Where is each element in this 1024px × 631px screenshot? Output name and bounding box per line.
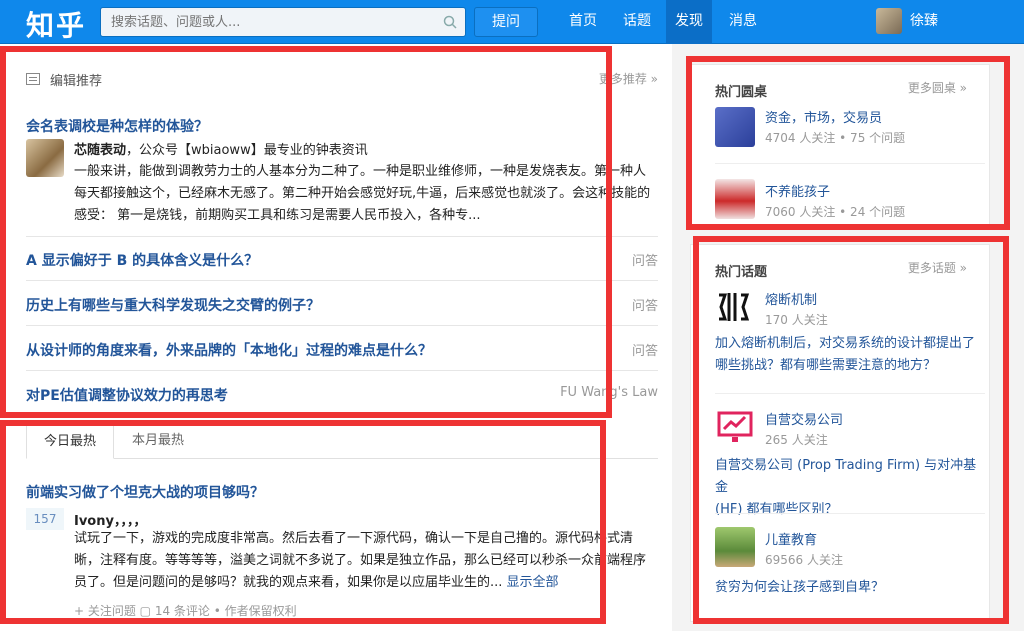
answer-excerpt[interactable]: 一般来讲，能做到调教劳力士的人基本分为二种了。一种是职业维修师，一种是发烧表友。…	[74, 161, 658, 227]
topic-question-link[interactable]: 自营交易公司 (Prop Trading Firm) 与对冲基金 (HF) 都有…	[715, 455, 985, 521]
topic-question-link[interactable]: 贫穷为何会让孩子感到自卑？	[715, 577, 985, 599]
pick-tag: 问答	[631, 344, 658, 359]
roundtable-image[interactable]	[715, 107, 755, 147]
search-box[interactable]	[100, 7, 466, 37]
tab-today-hot[interactable]: 今日最热	[26, 425, 114, 459]
ask-question-button[interactable]: 提问	[474, 7, 538, 37]
trading-screen-icon[interactable]	[715, 407, 755, 447]
excerpt-line: 感受： 第一是烧钱，前期购买工具和练习是需要人民币投入，各种专...	[74, 208, 481, 223]
circuit-breaker-icon[interactable]	[715, 287, 755, 327]
topic-followers: 69566 人关注	[765, 553, 843, 567]
topic-image[interactable]	[715, 527, 755, 567]
vote-count[interactable]: 157	[26, 508, 64, 530]
topic-question-line: 哪些挑战？都有哪些需要注意的地方？	[715, 358, 937, 373]
search-input[interactable]	[111, 8, 431, 36]
hot-question-link[interactable]: 前端实习做了个坦克大战的项目够吗？	[26, 482, 264, 502]
divider	[26, 370, 658, 371]
more-roundtables-link[interactable]: 更多圆桌 »	[908, 79, 967, 96]
author-line: 芯随表动，公众号【wbiaoww】最专业的钟表资讯	[74, 139, 368, 158]
divider	[26, 325, 658, 326]
roundtable-card: 热门圆桌 更多圆桌 » 资金，市场，交易员 4704 人关注 • 75 个问题 …	[690, 64, 990, 230]
more-topics-link[interactable]: 更多话题 »	[908, 259, 967, 276]
pick-tag: 问答	[631, 299, 658, 314]
roundtable-title: 热门圆桌	[715, 85, 768, 100]
nav-home[interactable]: 首页	[560, 0, 606, 44]
pick-question-link[interactable]: 历史上有哪些与重大科学发现失之交臂的例子？	[26, 295, 320, 315]
pick-question-link[interactable]: 从设计师的角度来看，外来品牌的「本地化」过程的难点是什么？	[26, 340, 432, 360]
excerpt-line: 晰，注释有度。等等等等，溢美之词就不多说了。如果是独立作品，那么已经可以秒杀一众…	[74, 553, 647, 568]
excerpt-line: 每天都接触这个，已经麻木无感了。第二种开始会感觉好玩,牛逼，后来感觉也就淡了。会…	[74, 186, 651, 201]
zhihu-logo[interactable]: 知乎	[26, 4, 86, 44]
topic-question-line: 加入熔断机制后，对交易系统的设计都提出了	[715, 336, 976, 351]
pick-tag: 问答	[631, 254, 658, 269]
editor-picks-header: 编辑推荐 更多推荐 »	[26, 70, 658, 94]
topic-question-link[interactable]: 加入熔断机制后，对交易系统的设计都提出了 哪些挑战？都有哪些需要注意的地方？	[715, 333, 985, 377]
show-all-link[interactable]: 显示全部	[507, 575, 559, 590]
divider	[715, 163, 985, 164]
featured-question-link[interactable]: 会名表调校是种怎样的体验？	[26, 116, 208, 136]
top-bar: 知乎 提问 首页 话题 发现 消息 徐臻	[0, 0, 1024, 44]
roundtable-name[interactable]: 资金，市场，交易员	[765, 107, 882, 126]
topic-name[interactable]: 儿童教育	[765, 529, 817, 548]
divider	[715, 513, 985, 514]
roundtable-image[interactable]	[715, 179, 755, 219]
author-name[interactable]: 芯随表动	[74, 143, 126, 158]
topic-followers: 170 人关注	[765, 313, 828, 327]
hot-author-name[interactable]: Ivony，，，，	[74, 514, 146, 529]
divider	[715, 393, 985, 394]
answer-meta-actions[interactable]: + 关注问题 ▢ 14 条评论 • 作者保留权利	[74, 602, 297, 619]
list-icon	[26, 73, 40, 85]
user-avatar[interactable]	[876, 8, 902, 34]
excerpt-line: 员了。但是问题问的是够吗？就我的观点来看，如果你是以应届毕业生的...	[74, 575, 503, 590]
topic-name[interactable]: 熔断机制	[765, 289, 817, 308]
sidebar: 热门圆桌 更多圆桌 » 资金，市场，交易员 4704 人关注 • 75 个问题 …	[690, 44, 1024, 631]
hot-answer-excerpt[interactable]: 试玩了一下，游戏的完成度非常高。然后去看了一下源代码，确认一下是自己撸的。源代码…	[74, 528, 658, 594]
main-feed: 编辑推荐 更多推荐 » 会名表调校是种怎样的体验？ 芯随表动，公众号【wbiao…	[0, 44, 672, 631]
roundtable-stats: 4704 人关注 • 75 个问题	[765, 131, 906, 145]
tab-month-hot[interactable]: 本月最热	[122, 425, 194, 459]
username[interactable]: 徐臻	[910, 0, 938, 42]
roundtable-name[interactable]: 不养能孩子	[765, 181, 830, 200]
roundtable-stats: 7060 人关注 • 24 个问题	[765, 205, 906, 219]
hot-topics-card: 热门话题 更多话题 » 熔断机制 170 人关注 加入熔断机制后，对交易系统的设…	[690, 244, 990, 622]
nav-messages[interactable]: 消息	[720, 0, 766, 44]
topic-question-line: 自营交易公司 (Prop Trading Firm) 与对冲基金	[715, 458, 977, 495]
topic-question-line: 贫穷为何会让孩子感到自卑？	[715, 580, 885, 595]
topic-followers: 265 人关注	[765, 433, 828, 447]
pick-question-link[interactable]: 对PE估值调整协议效力的再思考	[26, 385, 228, 405]
author-bio: ，公众号【wbiaoww】最专业的钟表资讯	[126, 143, 368, 158]
editor-picks-title: 编辑推荐	[50, 74, 103, 89]
nav-discover[interactable]: 发现	[666, 0, 712, 44]
author-avatar[interactable]	[26, 139, 64, 177]
search-icon[interactable]	[443, 15, 457, 29]
pick-source[interactable]: FU Wang's Law	[560, 385, 658, 400]
nav-topics[interactable]: 话题	[614, 0, 660, 44]
topic-name[interactable]: 自营交易公司	[765, 409, 843, 428]
excerpt-line: 一般来讲，能做到调教劳力士的人基本分为二种了。一种是职业维修师，一种是发烧表友。…	[74, 164, 647, 179]
divider	[26, 280, 658, 281]
hot-author: Ivony，，，，	[74, 510, 146, 529]
divider	[26, 236, 658, 237]
pick-question-link[interactable]: A 显示偏好于 B 的具体含义是什么？	[26, 250, 258, 270]
more-picks-link[interactable]: 更多推荐 »	[599, 70, 658, 87]
hot-topics-title: 热门话题	[715, 265, 768, 280]
topic-question-line: (HF) 都有哪些区别？	[715, 502, 838, 517]
hot-tabs: 今日最热 本月最热	[26, 425, 658, 459]
excerpt-line: 试玩了一下，游戏的完成度非常高。然后去看了一下源代码，确认一下是自己撸的。源代码…	[74, 531, 634, 546]
